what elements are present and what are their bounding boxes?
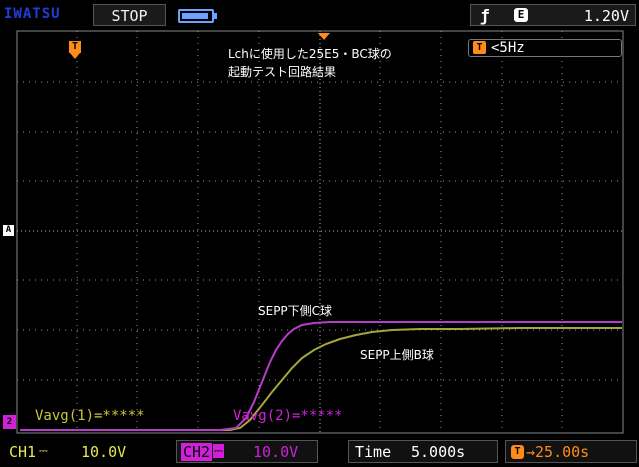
ch2-label: CH2 (181, 443, 213, 461)
center-axes (17, 31, 623, 433)
annotation-title-line1: Lchに使用した25E5・BC球の (228, 47, 392, 61)
ch2-scale: 10.0V (253, 443, 299, 461)
bottom-status-bar: CH1 ⎓ 10.0V CH2 ⎓ 10.0V Time 5.000s T →2… (0, 436, 639, 467)
time-label: Time (355, 443, 392, 461)
trigger-position-icon: T (511, 445, 524, 459)
trace-label-ch2: SEPP下側C球 (258, 304, 333, 318)
ch1-label: CH1 (9, 443, 37, 461)
trigger-position-marker (318, 33, 330, 40)
vavg-ch1-readout: Vavg(1)=***** (35, 408, 145, 424)
trigger-marker-tip (70, 53, 80, 59)
frequency-value: <5Hz (491, 40, 525, 56)
ch1-scale-box[interactable]: CH1 ⎓ 10.0V (2, 440, 142, 463)
vavg-ch2-readout: Vavg(2)=***** (233, 408, 343, 424)
trigger-icon: T (473, 41, 486, 54)
time-base: 5.000s (411, 443, 466, 461)
trigger-position: →25.00s (526, 443, 590, 461)
trigger-position-box[interactable]: T →25.00s (505, 440, 637, 463)
frequency-readout: T <5Hz (468, 39, 622, 57)
ch1-coupling-icon: ⎓ (39, 444, 48, 457)
ch-a-marker[interactable]: A (3, 225, 14, 236)
ch2-scale-box[interactable]: CH2 ⎓ 10.0V (176, 440, 318, 463)
ch2-coupling-icon: ⎓ (213, 444, 224, 458)
timebase-box[interactable]: Time 5.000s (348, 440, 498, 463)
trigger-marker[interactable]: T (69, 41, 81, 53)
trace-label-ch1: SEPP上側B球 (360, 348, 434, 362)
annotation-title-line2: 起動テスト回路結果 (228, 65, 337, 79)
ch1-scale: 10.0V (81, 443, 127, 461)
ch2-ground-marker[interactable]: 2 (3, 415, 16, 429)
